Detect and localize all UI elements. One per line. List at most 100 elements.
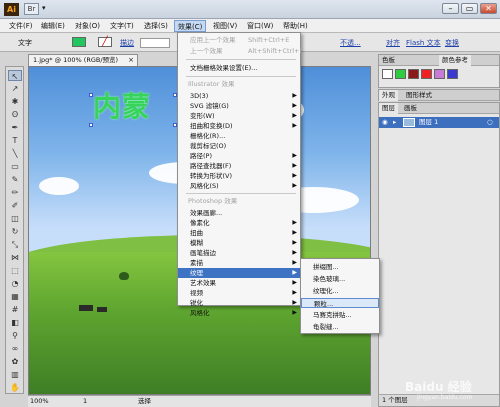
menu-item-craquelure[interactable]: 龟裂缝...	[301, 322, 379, 332]
menu-item-effect-gallery[interactable]: 效果画廊...	[178, 208, 300, 218]
art-text[interactable]: 内蒙	[93, 85, 151, 125]
color-swatch[interactable]	[408, 69, 419, 79]
selection-handle[interactable]	[89, 123, 93, 127]
blend-tool-icon[interactable]: ∞	[8, 343, 22, 354]
selection-handle[interactable]	[89, 93, 93, 97]
tab-appearance[interactable]: 外观	[379, 90, 398, 101]
menu-item-stained-glass[interactable]: 染色玻璃...	[301, 274, 379, 284]
stroke-link[interactable]: 描边	[120, 38, 134, 48]
menu-item-video[interactable]: 视频 ▶	[178, 288, 300, 298]
tab-color-guide[interactable]: 颜色参考	[439, 55, 471, 66]
menu-window[interactable]: 窗口(W)	[244, 20, 276, 32]
blob-brush-tool-icon[interactable]: ✐	[8, 200, 22, 211]
scale-tool-icon[interactable]: ⤡	[8, 239, 22, 250]
menu-item-raster-settings[interactable]: 文档栅格效果设置(E)...	[178, 63, 300, 73]
color-swatch[interactable]	[421, 69, 432, 79]
document-tab[interactable]: 1.jpg* @ 100% (RGB/预览) ×	[28, 54, 138, 66]
lasso-tool-icon[interactable]: ʘ	[8, 109, 22, 120]
color-swatch[interactable]	[434, 69, 445, 79]
perspective-grid-tool-icon[interactable]: ▦	[8, 291, 22, 302]
menu-item-distort-transform[interactable]: 扭曲和变换(D) ▶	[178, 121, 300, 131]
menu-item-distort[interactable]: 扭曲 ▶	[178, 228, 300, 238]
expand-arrow-icon[interactable]: ▸	[393, 117, 396, 128]
menu-item-texture[interactable]: 纹理 ▶	[178, 268, 300, 278]
color-swatch[interactable]	[447, 69, 458, 79]
menu-item-rasterize[interactable]: 栅格化(R)...	[178, 131, 300, 141]
type-tool-icon[interactable]: T	[8, 135, 22, 146]
gradient-tool-icon[interactable]: ◧	[8, 317, 22, 328]
menu-item-sketch[interactable]: 素描 ▶	[178, 258, 300, 268]
pencil-tool-icon[interactable]: ✏	[8, 187, 22, 198]
selection-tool-icon[interactable]: ↖	[8, 70, 22, 81]
tab-graphic-styles[interactable]: 图形样式	[403, 90, 435, 101]
pen-tool-icon[interactable]: ✒	[8, 122, 22, 133]
menu-view[interactable]: 视图(V)	[210, 20, 240, 32]
target-icon[interactable]: ○	[487, 117, 493, 128]
menu-item-crop-marks[interactable]: 裁剪标记(O)	[178, 141, 300, 151]
layer-name[interactable]: 图层 1	[419, 117, 438, 128]
paintbrush-tool-icon[interactable]: ✎	[8, 174, 22, 185]
menu-item-brush-strokes[interactable]: 画笔描边 ▶	[178, 248, 300, 258]
width-tool-icon[interactable]: ⋈	[8, 252, 22, 263]
menu-object[interactable]: 对象(O)	[72, 20, 103, 32]
menu-item-pathfinder[interactable]: 路径查找器(F) ▶	[178, 161, 300, 171]
menu-item-stylize-photoshop[interactable]: 风格化 ▶	[178, 308, 300, 318]
chevron-down-icon[interactable]: ▾	[42, 4, 46, 12]
line-tool-icon[interactable]: ╲	[8, 148, 22, 159]
menu-item-mosaic-tiles[interactable]: 马赛克拼贴...	[301, 310, 379, 320]
eraser-tool-icon[interactable]: ◫	[8, 213, 22, 224]
opacity-link[interactable]: 不透...	[340, 38, 361, 48]
mesh-tool-icon[interactable]: #	[8, 304, 22, 315]
menu-effect[interactable]: 效果(C)	[174, 20, 207, 32]
tab-swatches[interactable]: 色板	[379, 55, 398, 66]
menu-item-grain[interactable]: 颗粒...	[301, 298, 379, 308]
close-button[interactable]: ✕	[480, 3, 497, 14]
layer-row[interactable]: ◉ ▸ 图层 1 ○	[379, 117, 499, 128]
free-transform-tool-icon[interactable]: ⬚	[8, 265, 22, 276]
menu-select[interactable]: 选择(S)	[141, 20, 171, 32]
zoom-level[interactable]: 100%	[30, 396, 49, 407]
stroke-weight-field[interactable]	[140, 38, 170, 48]
tab-artboards[interactable]: 画板	[401, 103, 420, 114]
stroke-swatch[interactable]: ╱	[98, 37, 112, 47]
direct-selection-tool-icon[interactable]: ↗	[8, 83, 22, 94]
close-icon[interactable]: ×	[128, 55, 134, 66]
menu-edit[interactable]: 编辑(E)	[38, 20, 68, 32]
menu-item-artistic[interactable]: 艺术效果 ▶	[178, 278, 300, 288]
menu-item-path[interactable]: 路径(P) ▶	[178, 151, 300, 161]
hand-tool-icon[interactable]: ✋	[8, 382, 22, 393]
graph-tool-icon[interactable]: ▥	[8, 369, 22, 380]
menu-item-stylize-illustrator[interactable]: 风格化(S) ▶	[178, 181, 300, 191]
menu-help[interactable]: 帮助(H)	[280, 20, 311, 32]
align-link[interactable]: 对齐	[386, 38, 400, 48]
menu-item-pixelate[interactable]: 像素化 ▶	[178, 218, 300, 228]
eye-icon[interactable]: ◉	[382, 117, 388, 128]
menu-item-patchwork[interactable]: 拼缀图...	[301, 262, 379, 272]
eyedropper-tool-icon[interactable]: ⚲	[8, 330, 22, 341]
menu-item-svg-filters[interactable]: SVG 滤镜(G) ▶	[178, 101, 300, 111]
color-swatch[interactable]	[395, 69, 406, 79]
transform-link[interactable]: 变换	[445, 38, 459, 48]
menu-item-warp[interactable]: 变形(W) ▶	[178, 111, 300, 121]
minimize-button[interactable]: –	[442, 3, 459, 14]
rotate-tool-icon[interactable]: ↻	[8, 226, 22, 237]
page-number[interactable]: 1	[83, 396, 87, 407]
menu-item-convert-to-shape[interactable]: 转换为形状(V) ▶	[178, 171, 300, 181]
menu-item-texturizer[interactable]: 纹理化...	[301, 286, 379, 296]
restore-button[interactable]: ▭	[461, 3, 478, 14]
color-swatch[interactable]	[382, 69, 393, 79]
shape-builder-tool-icon[interactable]: ◔	[8, 278, 22, 289]
menu-item-sharpen[interactable]: 锐化 ▶	[178, 298, 300, 308]
menu-separator	[186, 193, 296, 194]
magic-wand-tool-icon[interactable]: ✱	[8, 96, 22, 107]
rectangle-tool-icon[interactable]: ▭	[8, 161, 22, 172]
flash-text-link[interactable]: Flash 文本	[406, 38, 441, 48]
bridge-button[interactable]: Br	[24, 3, 39, 15]
menu-type[interactable]: 文字(T)	[107, 20, 137, 32]
fill-swatch[interactable]	[72, 37, 86, 47]
menu-file[interactable]: 文件(F)	[6, 20, 36, 32]
symbol-sprayer-tool-icon[interactable]: ✿	[8, 356, 22, 367]
tab-layers[interactable]: 图层	[379, 103, 398, 114]
menu-item-3d[interactable]: 3D(3) ▶	[178, 91, 300, 101]
menu-item-blur[interactable]: 模糊 ▶	[178, 238, 300, 248]
